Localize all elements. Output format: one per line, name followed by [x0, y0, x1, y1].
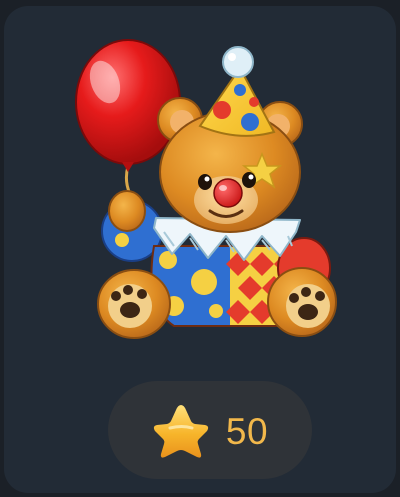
price-pill[interactable]: 50: [108, 381, 312, 479]
price-value: 50: [225, 410, 269, 452]
gold-star-icon: [153, 405, 209, 458]
gift-card[interactable]: 50: [4, 6, 396, 493]
clown-teddy-bear-icon: [75, 39, 337, 339]
